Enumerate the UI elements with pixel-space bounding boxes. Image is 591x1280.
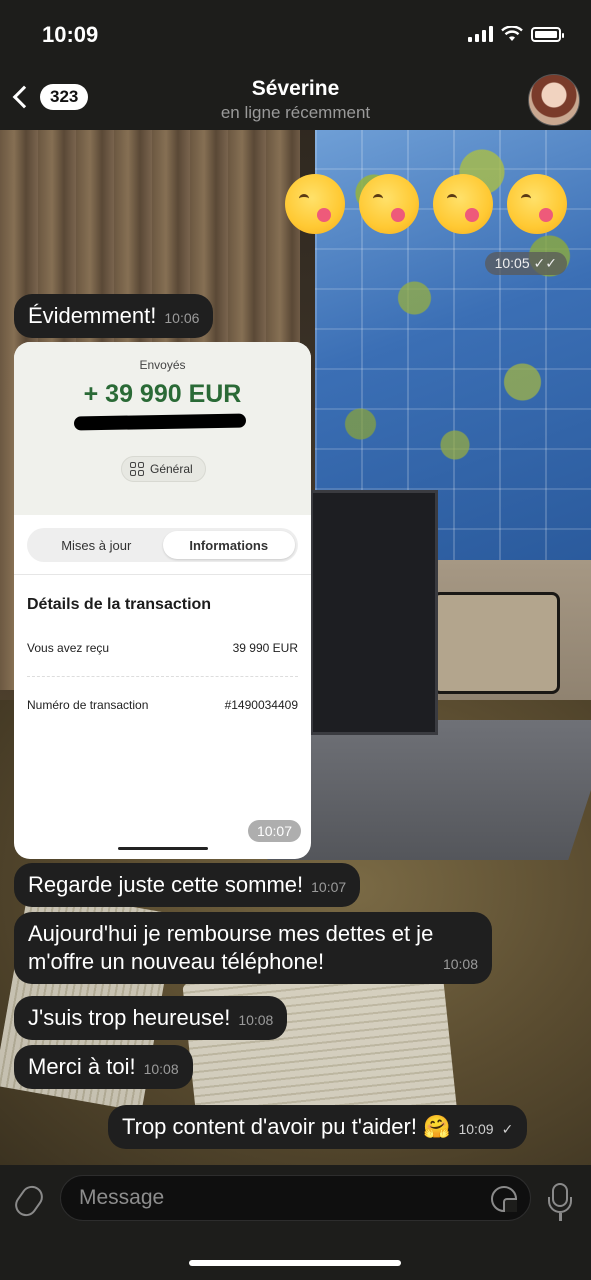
message-text: Merci à toi! [28, 1054, 136, 1079]
message-input[interactable]: Message [60, 1175, 531, 1221]
screenshot-label: Envoyés [139, 358, 186, 372]
status-icons [468, 26, 564, 42]
contact-name[interactable]: Séverine [0, 77, 591, 101]
message-text: Regarde juste cette somme! [28, 872, 304, 897]
face-savoring-food-icon [507, 174, 567, 234]
transaction-number-row: Numéro de transaction #1490034409 [27, 698, 298, 712]
home-indicator [118, 847, 208, 850]
message-text: Évidemment! [28, 303, 157, 328]
message-text: J'suis trop heureuse! [28, 1005, 231, 1030]
emoji-message[interactable] [285, 174, 567, 234]
face-savoring-food-icon [433, 174, 493, 234]
message-bubble-outgoing[interactable]: Trop content d'avoir pu t'aider! 🤗 10:09 … [108, 1105, 528, 1150]
message-time: 10:07 [311, 879, 347, 895]
contact-status: en ligne récemment [220, 103, 371, 122]
row-value: #1490034409 [224, 698, 298, 712]
sticker-icon[interactable] [491, 1186, 517, 1212]
redaction-mark [73, 413, 247, 431]
emoji-message-time: 10:05 ✓✓ [484, 252, 567, 275]
message-time: 10:07 [247, 820, 301, 842]
double-check-icon: ✓✓ [533, 255, 557, 271]
divider [14, 574, 311, 575]
message-bubble[interactable]: Merci à toi! 10:08 [14, 1045, 193, 1090]
input-bar: Message [0, 1165, 591, 1280]
grid-icon [130, 462, 144, 476]
message-time: 10:08 [238, 1012, 274, 1028]
microphone-foot [559, 1213, 562, 1221]
check-icon: ✓ [501, 1121, 514, 1137]
received-row: Vous avez reçu 39 990 EUR [27, 641, 298, 655]
message-text: Trop content d'avoir pu t'aider! 🤗 [122, 1114, 451, 1139]
battery-icon [531, 26, 564, 42]
message-time: 10:05 [494, 255, 530, 271]
face-savoring-food-icon [285, 174, 345, 234]
status-time: 10:09 [42, 22, 99, 47]
screenshot-amount: + 39 990 EUR [83, 380, 242, 408]
message-time: 10:08 [143, 1061, 179, 1077]
attachment-icon[interactable] [10, 1181, 48, 1221]
avatar[interactable] [528, 74, 580, 126]
message-time: 10:08 [442, 956, 478, 973]
wifi-icon [501, 26, 523, 41]
message-bubble[interactable]: J'suis trop heureuse! 10:08 [14, 996, 288, 1041]
row-label: Vous avez reçu [27, 641, 110, 655]
screenshot-tabs: Mises à jour Informations [27, 528, 298, 562]
message-bubble[interactable]: Évidemment! 10:06 [14, 294, 214, 339]
message-time: 10:09 [458, 1121, 494, 1137]
face-savoring-food-icon [359, 174, 419, 234]
category-chip: Général [121, 456, 206, 482]
chat-area[interactable]: 10:05 ✓✓ Évidemment! 10:06 Envoyés + 39 9… [0, 130, 591, 1165]
transaction-screenshot[interactable]: Envoyés + 39 990 EUR Général Mises à jou… [14, 342, 311, 859]
message-time: 10:06 [164, 310, 200, 326]
message-text: Aujourd'hui je rembourse mes dettes et j… [28, 921, 434, 975]
row-value: 39 990 EUR [232, 641, 298, 655]
signal-icon [468, 26, 493, 42]
section-title: Détails de la transaction [27, 596, 212, 613]
message-bubble[interactable]: Aujourd'hui je rembourse mes dettes et j… [14, 912, 492, 985]
divider [27, 676, 298, 677]
microphone-stand [548, 1197, 572, 1213]
screenshot-header: Envoyés + 39 990 EUR Général [14, 342, 311, 515]
tab-updates: Mises à jour [61, 537, 132, 553]
row-label: Numéro de transaction [27, 698, 149, 712]
home-indicator [189, 1260, 401, 1266]
top-bar: 10:09 323 Séverine en ligne récemment [0, 0, 591, 130]
chip-label: Général [150, 462, 193, 476]
tab-information: Informations [162, 531, 295, 559]
message-bubble[interactable]: Regarde juste cette somme! 10:07 [14, 863, 361, 908]
